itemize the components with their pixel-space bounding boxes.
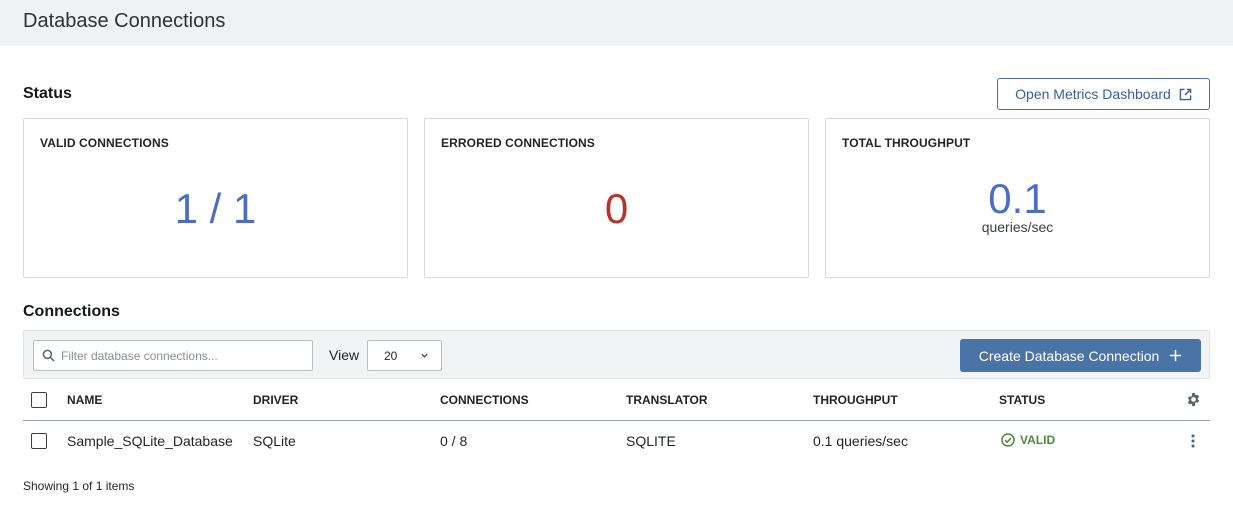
create-database-connection-button[interactable]: Create Database Connection	[960, 339, 1201, 372]
cell-driver: SQLite	[253, 433, 296, 449]
column-header-name[interactable]: NAME	[67, 393, 102, 407]
select-all-checkbox[interactable]	[31, 392, 47, 408]
column-header-driver[interactable]: DRIVER	[253, 393, 298, 407]
cell-translator: SQLITE	[626, 433, 676, 449]
connections-section-title: Connections	[23, 303, 120, 320]
page-title: Database Connections	[23, 10, 226, 32]
card-label: VALID CONNECTIONS	[40, 136, 169, 150]
total-throughput-value: 0.1	[988, 175, 1047, 222]
external-link-icon	[1179, 88, 1192, 100]
table-header: NAME DRIVER CONNECTIONS TRANSLATOR THROU…	[23, 380, 1210, 421]
column-header-throughput[interactable]: THROUGHPUT	[813, 393, 898, 407]
cell-name[interactable]: Sample_SQLite_Database	[67, 433, 233, 449]
table-row[interactable]: Sample_SQLite_Database SQLite 0 / 8 SQLI…	[23, 421, 1210, 461]
view-label: View	[329, 347, 360, 363]
chevron-down-icon	[421, 353, 428, 358]
open-metrics-dashboard-button[interactable]: Open Metrics Dashboard	[997, 78, 1210, 110]
cell-connections: 0 / 8	[440, 433, 468, 449]
status-section-title: Status	[23, 85, 72, 102]
gear-icon[interactable]	[1186, 392, 1201, 407]
page-header: Database Connections	[0, 0, 1233, 46]
filter-input[interactable]	[61, 348, 301, 363]
column-header-translator[interactable]: TRANSLATOR	[626, 393, 708, 407]
page-size-select[interactable]: 20	[367, 340, 442, 371]
plus-icon	[1170, 349, 1182, 362]
pagination-summary: Showing 1 of 1 items	[23, 479, 135, 493]
metrics-button-label: Open Metrics Dashboard	[1015, 86, 1171, 102]
more-options-icon[interactable]	[1187, 433, 1199, 449]
column-header-status[interactable]: STATUS	[999, 393, 1045, 407]
search-icon	[42, 349, 55, 362]
column-header-connections[interactable]: CONNECTIONS	[440, 393, 529, 407]
row-select-checkbox[interactable]	[31, 433, 47, 449]
filter-field[interactable]	[33, 340, 313, 371]
card-label: TOTAL THROUGHPUT	[842, 136, 971, 150]
connections-toolbar: View 20 Create Database Connection	[23, 330, 1210, 379]
errored-connections-value: 0	[604, 185, 629, 232]
valid-connections-card: VALID CONNECTIONS 1 / 1	[23, 118, 408, 278]
errored-connections-card: ERRORED CONNECTIONS 0	[424, 118, 809, 278]
throughput-unit: queries/sec	[981, 219, 1054, 235]
status-badge: VALID	[1001, 433, 1055, 447]
page-size-value: 20	[384, 348, 398, 363]
valid-connections-value: 1 / 1	[174, 185, 257, 232]
card-label: ERRORED CONNECTIONS	[441, 136, 595, 150]
status-label: VALID	[1020, 433, 1056, 447]
total-throughput-card: TOTAL THROUGHPUT 0.1 queries/sec	[825, 118, 1210, 278]
cell-throughput: 0.1 queries/sec	[813, 433, 908, 449]
check-circle-icon	[1001, 433, 1015, 447]
create-button-label: Create Database Connection	[978, 347, 1160, 364]
